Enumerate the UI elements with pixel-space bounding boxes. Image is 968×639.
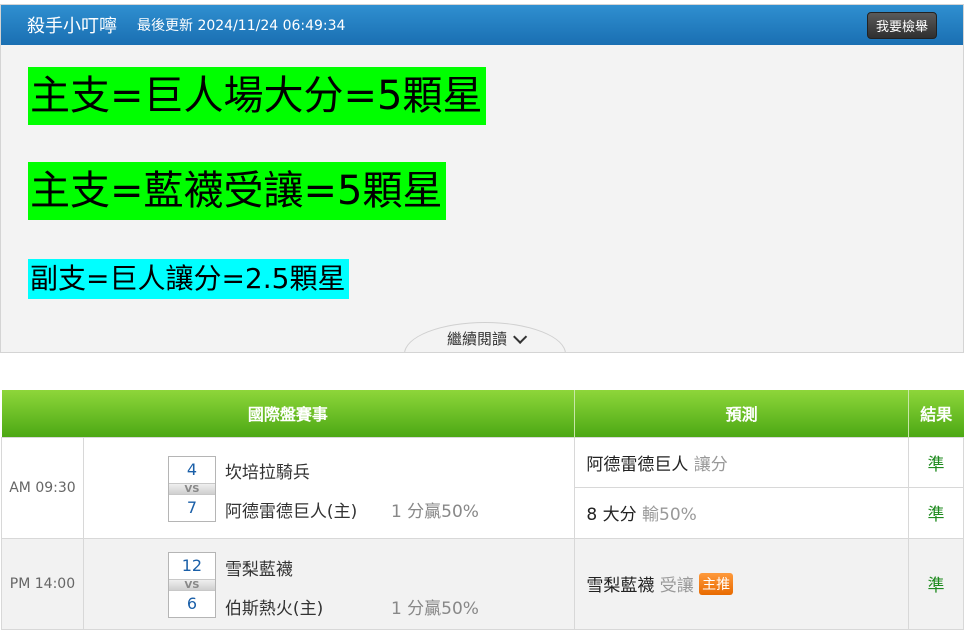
match-time: PM 14:00 (1, 537, 84, 630)
prediction: 8 大分 輸50% (574, 487, 910, 539)
away-score: 4 (186, 459, 198, 479)
author-name[interactable]: 殺手小叮嚀 (27, 12, 117, 38)
away-team[interactable]: 坎培拉騎兵 (225, 458, 310, 483)
away-team[interactable]: 雪梨藍襪 (225, 555, 293, 580)
table-header-row: 國際盤賽事 預測 結果 (1, 390, 964, 437)
post-header: 殺手小叮嚀 最後更新 2024/11/24 06:49:34 我要檢舉 (1, 5, 963, 45)
pick-line-1: 主支=巨人場大分=5顆星 (28, 67, 487, 125)
match-info: 4 VS 7 坎培拉騎兵 阿德雷德巨人(主) 1 分贏50% (82, 436, 576, 539)
result: 準 (908, 537, 964, 630)
prediction: 雪梨藍襪 受讓 主推 (574, 537, 910, 630)
prediction-type: 讓分 (693, 454, 728, 475)
matches-table: 國際盤賽事 預測 結果 AM 09:30 4 VS 7 坎培拉騎兵 阿德雷德巨人… (1, 390, 964, 630)
post-body: 主支=巨人場大分=5顆星 主支=藍襪受讓=5顆星 副支=巨人讓分=2.5顆星 繼… (1, 45, 963, 352)
prediction-type: 受讓 (659, 576, 694, 596)
result: 準 (908, 487, 964, 539)
home-team[interactable]: 伯斯熱火(主) (225, 594, 323, 619)
match-info: 12 VS 6 雪梨藍襪 伯斯熱火(主) 1 分贏50% (82, 537, 576, 630)
home-score: 7 (186, 497, 198, 517)
match-time: AM 09:30 (1, 436, 84, 539)
chevron-down-icon (513, 329, 528, 344)
prediction-pick: 8 大分 (586, 505, 637, 526)
read-more-button[interactable]: 繼續閱讀 (404, 322, 566, 352)
home-team[interactable]: 阿德雷德巨人(主) (225, 497, 357, 522)
prediction-pick: 雪梨藍襪 (586, 576, 655, 596)
result: 準 (908, 436, 964, 488)
score-box: 12 VS 6 (167, 551, 216, 618)
post-card: 殺手小叮嚀 最後更新 2024/11/24 06:49:34 我要檢舉 主支=巨… (0, 4, 964, 353)
header-event: 國際盤賽事 (1, 390, 576, 437)
header-result: 結果 (908, 390, 964, 437)
handicap: 1 分贏50% (390, 598, 479, 619)
report-button[interactable]: 我要檢舉 (866, 11, 937, 39)
read-more-label: 繼續閱讀 (446, 330, 507, 348)
main-pick-badge: 主推 (699, 573, 734, 595)
score-box: 4 VS 7 (167, 455, 216, 522)
header-prediction: 預測 (574, 390, 910, 437)
pick-line-2: 主支=藍襪受讓=5顆星 (28, 162, 447, 220)
prediction: 阿德雷德巨人 讓分 (574, 436, 910, 488)
pick-line-3: 副支=巨人讓分=2.5顆星 (28, 259, 350, 299)
vs-label: VS (168, 482, 215, 495)
table-row: PM 14:00 12 VS 6 雪梨藍襪 伯斯熱火(主) 1 分贏50% 雪梨… (1, 537, 964, 630)
last-updated: 最後更新 2024/11/24 06:49:34 (137, 18, 346, 34)
away-score: 12 (181, 555, 203, 575)
vs-label: VS (168, 578, 215, 591)
handicap: 1 分贏50% (390, 501, 479, 522)
home-score: 6 (186, 593, 198, 613)
prediction-pick: 阿德雷德巨人 (586, 454, 689, 475)
table-row: AM 09:30 4 VS 7 坎培拉騎兵 阿德雷德巨人(主) 1 分贏50% … (1, 436, 964, 539)
prediction-type: 輸50% (642, 505, 697, 526)
